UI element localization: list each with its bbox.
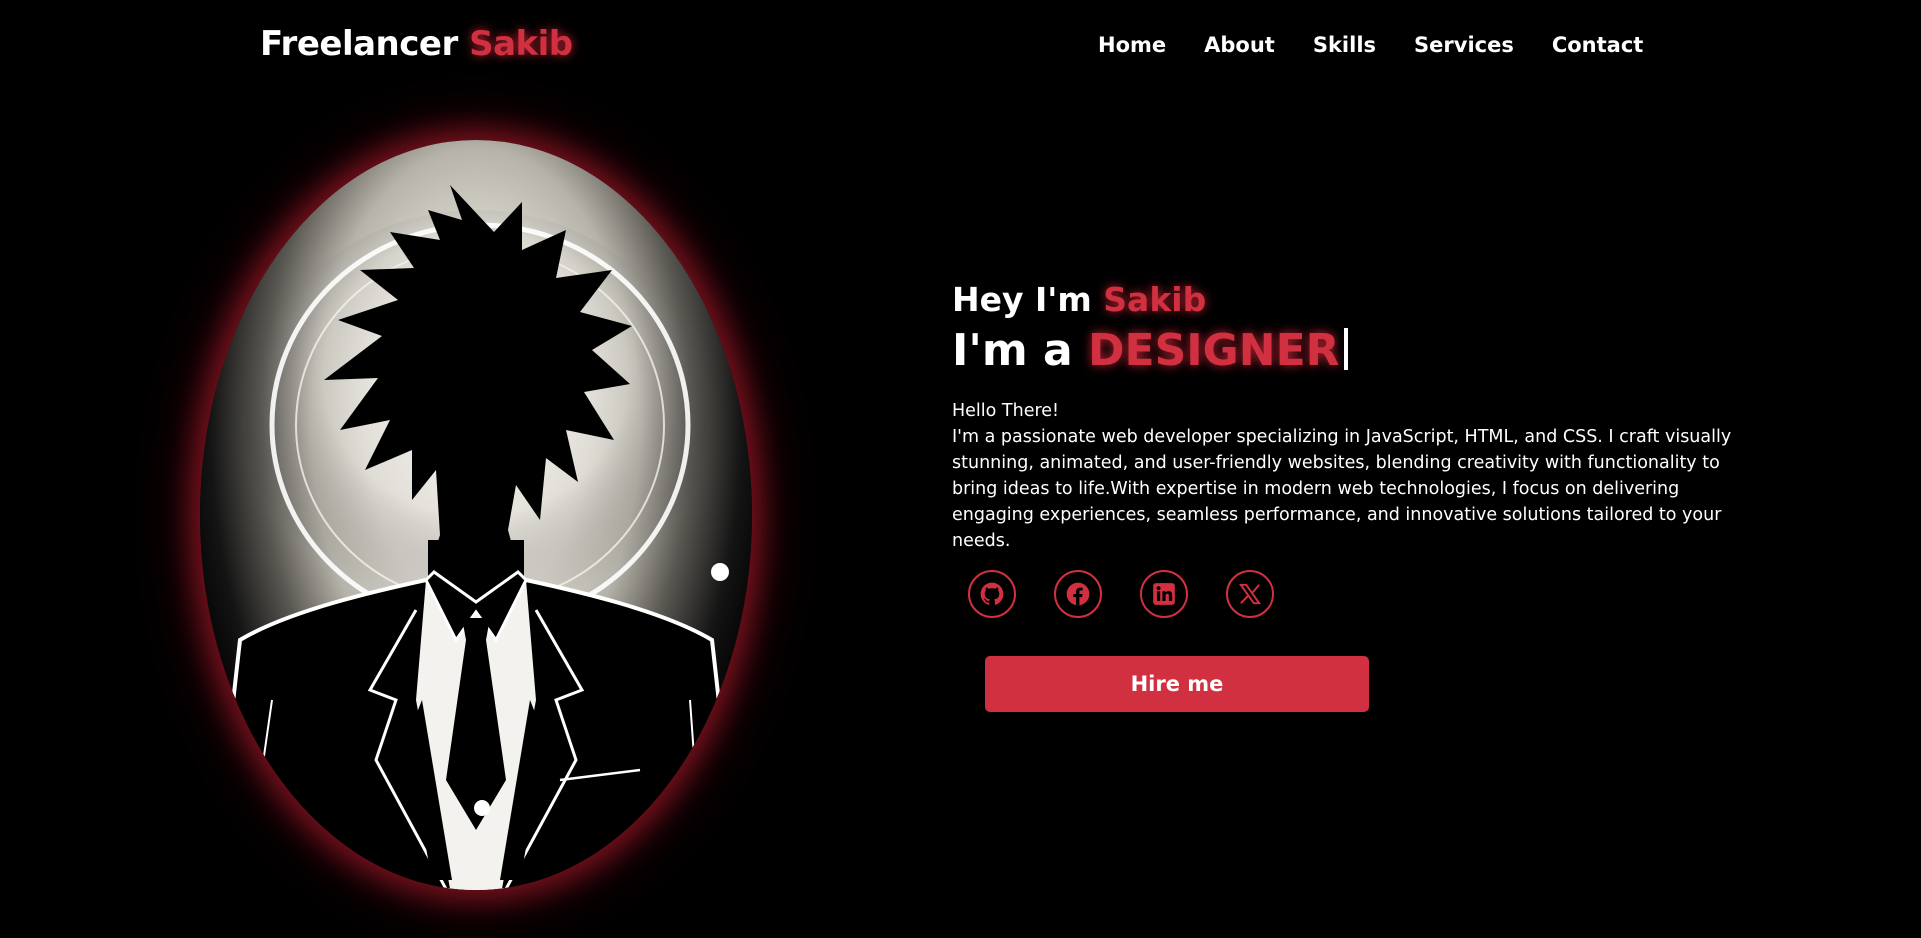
nav-about[interactable]: About — [1204, 33, 1275, 57]
page: Freelancer Sakib Home About Skills Servi… — [0, 0, 1921, 938]
silhouette-illustration — [209, 185, 743, 890]
facebook-icon — [1066, 582, 1090, 606]
linkedin-icon — [1153, 583, 1175, 605]
logo-accent-text: Sakib — [469, 24, 573, 64]
logo-text: Freelancer — [260, 24, 458, 64]
nav-contact[interactable]: Contact — [1552, 33, 1644, 57]
github-link[interactable] — [968, 570, 1016, 618]
main-nav: Home About Skills Services Contact — [1098, 33, 1643, 57]
greeting-heading: Hey I'm Sakib — [952, 280, 1732, 319]
x-icon — [1238, 583, 1262, 605]
profile-portrait — [200, 140, 752, 890]
github-icon — [980, 582, 1004, 605]
linkedin-link[interactable] — [1140, 570, 1188, 618]
nav-services[interactable]: Services — [1414, 33, 1514, 57]
nav-home[interactable]: Home — [1098, 33, 1166, 57]
role-prefix: I'm a — [952, 325, 1073, 376]
facebook-link[interactable] — [1054, 570, 1102, 618]
role-word: DESIGNER — [1088, 325, 1340, 376]
typing-cursor — [1343, 328, 1348, 370]
role-heading: I'm a DESIGNER — [952, 325, 1732, 376]
greeting-prefix: Hey I'm — [952, 280, 1092, 319]
intro-body: I'm a passionate web developer specializ… — [952, 427, 1732, 551]
intro-text: Hello There! I'm a passionate web develo… — [952, 398, 1732, 554]
hire-me-button[interactable]: Hire me — [985, 656, 1369, 712]
social-links — [968, 570, 1732, 618]
hero-section: Hey I'm Sakib I'm a DESIGNER Hello There… — [952, 280, 1732, 712]
x-link[interactable] — [1226, 570, 1274, 618]
nav-skills[interactable]: Skills — [1313, 33, 1376, 57]
logo[interactable]: Freelancer Sakib — [260, 24, 573, 64]
intro-heading: Hello There! — [952, 401, 1060, 421]
greeting-name: Sakib — [1103, 280, 1207, 319]
